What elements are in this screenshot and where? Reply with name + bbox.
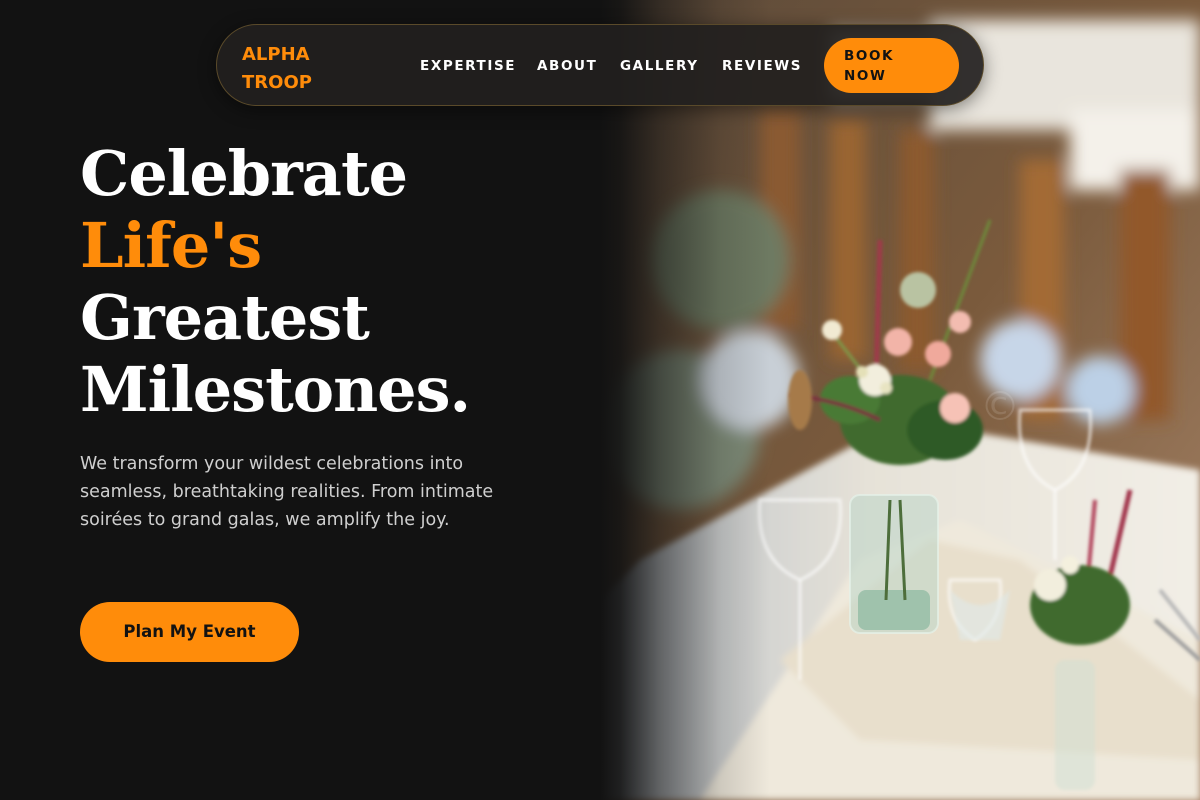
book-now-label-line-1: BOOK	[844, 48, 895, 64]
logo-line-1: ALPHA	[242, 44, 310, 65]
book-now-button[interactable]: BOOK NOW	[824, 38, 959, 93]
watermark: ©	[980, 384, 1020, 430]
nav-link-reviews[interactable]: REVIEWS	[722, 57, 802, 75]
headline-line-3: Greatest	[80, 281, 370, 354]
nav-link-expertise[interactable]: EXPERTISE	[420, 57, 516, 75]
nav-link-about[interactable]: ABOUT	[537, 57, 597, 75]
hero-headline: Celebrate Life's Greatest Milestones.	[80, 137, 471, 426]
plan-my-event-button[interactable]: Plan My Event	[80, 602, 299, 662]
headline-line-1: Celebrate	[80, 137, 408, 210]
headline-line-4: Milestones.	[80, 353, 471, 426]
top-navbar: ALPHA TROOP EXPERTISE ABOUT GALLERY REVI…	[216, 24, 984, 106]
nav-link-gallery[interactable]: GALLERY	[620, 57, 699, 75]
logo-line-2: TROOP	[242, 72, 312, 93]
book-now-label-line-2: NOW	[844, 68, 887, 84]
headline-line-2-accent: Life's	[80, 209, 262, 282]
logo[interactable]: ALPHA TROOP	[242, 41, 332, 97]
hero-description: We transform your wildest celebrations i…	[80, 454, 494, 530]
hero-image: ©	[600, 0, 1200, 800]
